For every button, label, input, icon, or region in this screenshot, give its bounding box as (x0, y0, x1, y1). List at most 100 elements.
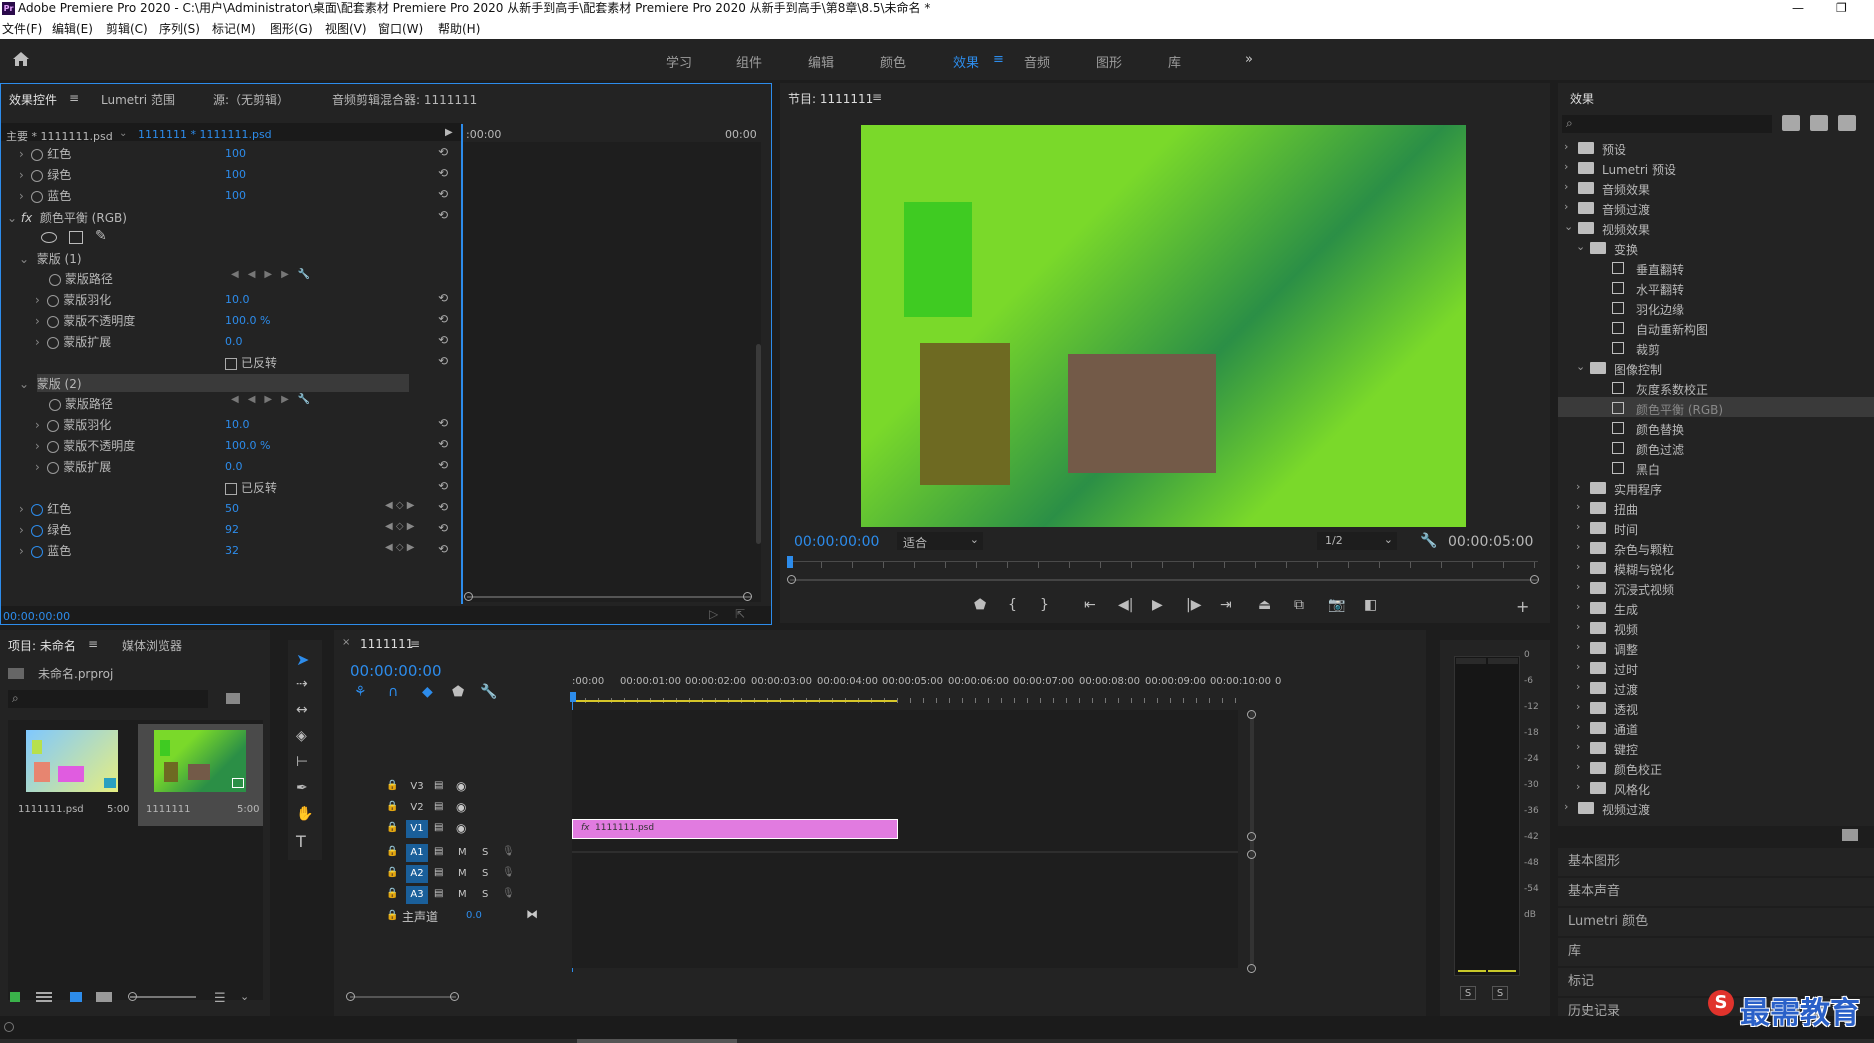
lock-icon[interactable]: 🔒 (386, 888, 398, 899)
sync-lock-icon[interactable]: ▤ (434, 867, 443, 878)
tree-toggle-icon[interactable]: › (1576, 760, 1580, 773)
play-audio-icon[interactable]: ▷ (709, 607, 718, 627)
play-only-icon[interactable]: ▶ (445, 127, 453, 147)
workspace-more-icon[interactable]: » (1245, 52, 1253, 67)
effect-tree-item[interactable]: 颜色平衡 (RGB) (1558, 397, 1874, 417)
reset-icon[interactable]: ⟲ (438, 521, 448, 535)
reset-icon[interactable]: ⟲ (438, 500, 448, 514)
thumbnail-psd[interactable] (26, 730, 118, 792)
stopwatch-active-icon[interactable] (31, 503, 44, 516)
ec-red-value[interactable]: 50 (225, 502, 239, 522)
mask1-feather-value[interactable]: 10.0 (225, 293, 250, 313)
effect-tree-item[interactable]: ⌄ 图像控制 (1558, 357, 1874, 377)
selection-tool-icon[interactable]: ➤ (296, 650, 309, 669)
panel-libraries[interactable]: 库 (1558, 938, 1874, 966)
effect-tree-item[interactable]: › 音频过渡 (1558, 197, 1874, 217)
track-target[interactable]: A2 (406, 865, 428, 883)
mask2-feather-value[interactable]: 10.0 (225, 418, 250, 438)
tree-toggle-icon[interactable]: › (1564, 200, 1568, 213)
lock-icon[interactable]: 🔒 (386, 801, 398, 812)
ec-playhead[interactable] (461, 124, 463, 604)
track-target[interactable]: V2 (406, 799, 428, 817)
effect-tree-item[interactable]: 颜色过滤 (1558, 437, 1874, 457)
tab-effect-controls[interactable]: 效果控件 (9, 91, 57, 108)
solo-button[interactable]: S (482, 847, 488, 858)
effect-tree-item[interactable]: 垂直翻转 (1558, 257, 1874, 277)
reset-icon[interactable]: ⟲ (438, 333, 448, 347)
step-back-icon[interactable]: ◀| (1118, 597, 1133, 613)
tree-toggle-icon[interactable]: › (1576, 560, 1580, 573)
work-area-bar[interactable] (572, 700, 897, 702)
ellipse-mask-icon[interactable] (41, 232, 57, 243)
project-search-input[interactable]: ⌕ (8, 690, 208, 708)
eye-icon[interactable]: ◉ (456, 821, 466, 835)
go-to-out-icon[interactable]: ⇥ (1220, 597, 1232, 613)
ec-blue-value[interactable]: 32 (225, 544, 239, 564)
mute-button[interactable]: M (458, 847, 467, 858)
export-icon[interactable]: ⇱ (735, 607, 745, 627)
wrench-icon[interactable]: 🔧 (1420, 533, 1437, 553)
ripple-edit-tool-icon[interactable]: ↔ (296, 702, 308, 718)
effect-tree-item[interactable]: 水平翻转 (1558, 277, 1874, 297)
reset-icon[interactable]: ⟲ (438, 542, 448, 556)
program-playhead[interactable] (787, 556, 793, 568)
tab-source[interactable]: 源:（无剪辑） (213, 91, 289, 108)
effect-tree-item[interactable]: › 过渡 (1558, 677, 1874, 697)
menu-sequence[interactable]: 序列(S) (159, 20, 200, 37)
stopwatch-active-icon[interactable] (31, 545, 44, 558)
timeline-title[interactable]: 1111111 (360, 637, 413, 651)
sort-icon[interactable]: ☰ (214, 991, 226, 1006)
reset-icon[interactable]: ⟲ (438, 166, 448, 180)
effects-search-input[interactable]: ⌕ (1562, 115, 1772, 133)
effect-tree-item[interactable]: 灰度系数校正 (1558, 377, 1874, 397)
timeline-menu-icon[interactable]: ≡ (410, 637, 420, 651)
menu-file[interactable]: 文件(F) (2, 20, 42, 37)
effect-tree-item[interactable]: 羽化边缘 (1558, 297, 1874, 317)
ec-value-blue[interactable]: 100 (225, 189, 246, 209)
effect-tree-item[interactable]: ⌄ 视频效果 (1558, 217, 1874, 237)
effect-tree-item[interactable]: › 通道 (1558, 717, 1874, 737)
tree-toggle-icon[interactable]: › (1576, 540, 1580, 553)
reset-icon[interactable]: ⟲ (438, 458, 448, 472)
effect-tree-item[interactable]: › 模糊与锐化 (1558, 557, 1874, 577)
mark-in-icon[interactable]: { (1008, 597, 1017, 613)
reset-icon[interactable]: ⟲ (438, 354, 448, 368)
sequence-clip-label[interactable]: 1111111 * 1111111.psd (138, 128, 272, 148)
clip-1111111-psd[interactable]: fx 1111111.psd (572, 819, 898, 839)
type-tool-icon[interactable]: T (296, 832, 306, 851)
effect-tree-item[interactable]: 裁剪 (1558, 337, 1874, 357)
linked-selection-icon[interactable]: ◆ (422, 684, 433, 700)
panel-essential-sound[interactable]: 基本声音 (1558, 878, 1874, 906)
workspace-assembly[interactable]: 组件 (736, 52, 762, 71)
menu-window[interactable]: 窗口(W) (378, 20, 423, 37)
effect-tree-item[interactable]: › 音频效果 (1558, 177, 1874, 197)
workspace-learn[interactable]: 学习 (666, 52, 692, 71)
mute-button[interactable]: M (458, 889, 467, 900)
tree-toggle-icon[interactable]: › (1576, 500, 1580, 513)
menu-help[interactable]: 帮助(H) (438, 20, 480, 37)
ec-timecode[interactable]: 00:00:00:00 (3, 610, 70, 630)
tab-audio-mixer[interactable]: 音频剪辑混合器: 1111111 (332, 91, 477, 108)
menu-graphics[interactable]: 图形(G) (270, 20, 313, 37)
tree-toggle-icon[interactable]: › (1564, 800, 1568, 813)
camera-icon[interactable]: 📷 (1328, 597, 1345, 613)
solo-left-button[interactable]: S (1460, 986, 1476, 1000)
tab-media-browser[interactable]: 媒体浏览器 (122, 637, 182, 654)
track-select-tool-icon[interactable]: ⇢ (296, 676, 308, 692)
effect-tree-item[interactable]: › 透视 (1558, 697, 1874, 717)
go-to-end-icon[interactable]: ⧓ (526, 907, 538, 921)
master-volume-value[interactable]: 0.0 (466, 910, 482, 921)
timeline-zoom-bar[interactable] (350, 996, 456, 998)
pen-tool-icon[interactable]: ✒ (296, 780, 308, 796)
reset-icon[interactable]: ⟲ (438, 145, 448, 159)
tree-toggle-icon[interactable]: › (1576, 740, 1580, 753)
tree-toggle-icon[interactable]: › (1576, 720, 1580, 733)
tree-toggle-icon[interactable]: › (1576, 680, 1580, 693)
effect-tree-item[interactable]: › 颜色校正 (1558, 757, 1874, 777)
tree-toggle-icon[interactable]: › (1576, 660, 1580, 673)
sync-lock-icon[interactable]: ▤ (434, 801, 443, 812)
panel-lumetri-color[interactable]: Lumetri 颜色 (1558, 908, 1874, 936)
program-video-frame[interactable] (861, 125, 1466, 527)
chevron-down-icon[interactable]: ⌄ (119, 128, 127, 148)
maximize-button[interactable]: ❐ (1836, 0, 1847, 17)
